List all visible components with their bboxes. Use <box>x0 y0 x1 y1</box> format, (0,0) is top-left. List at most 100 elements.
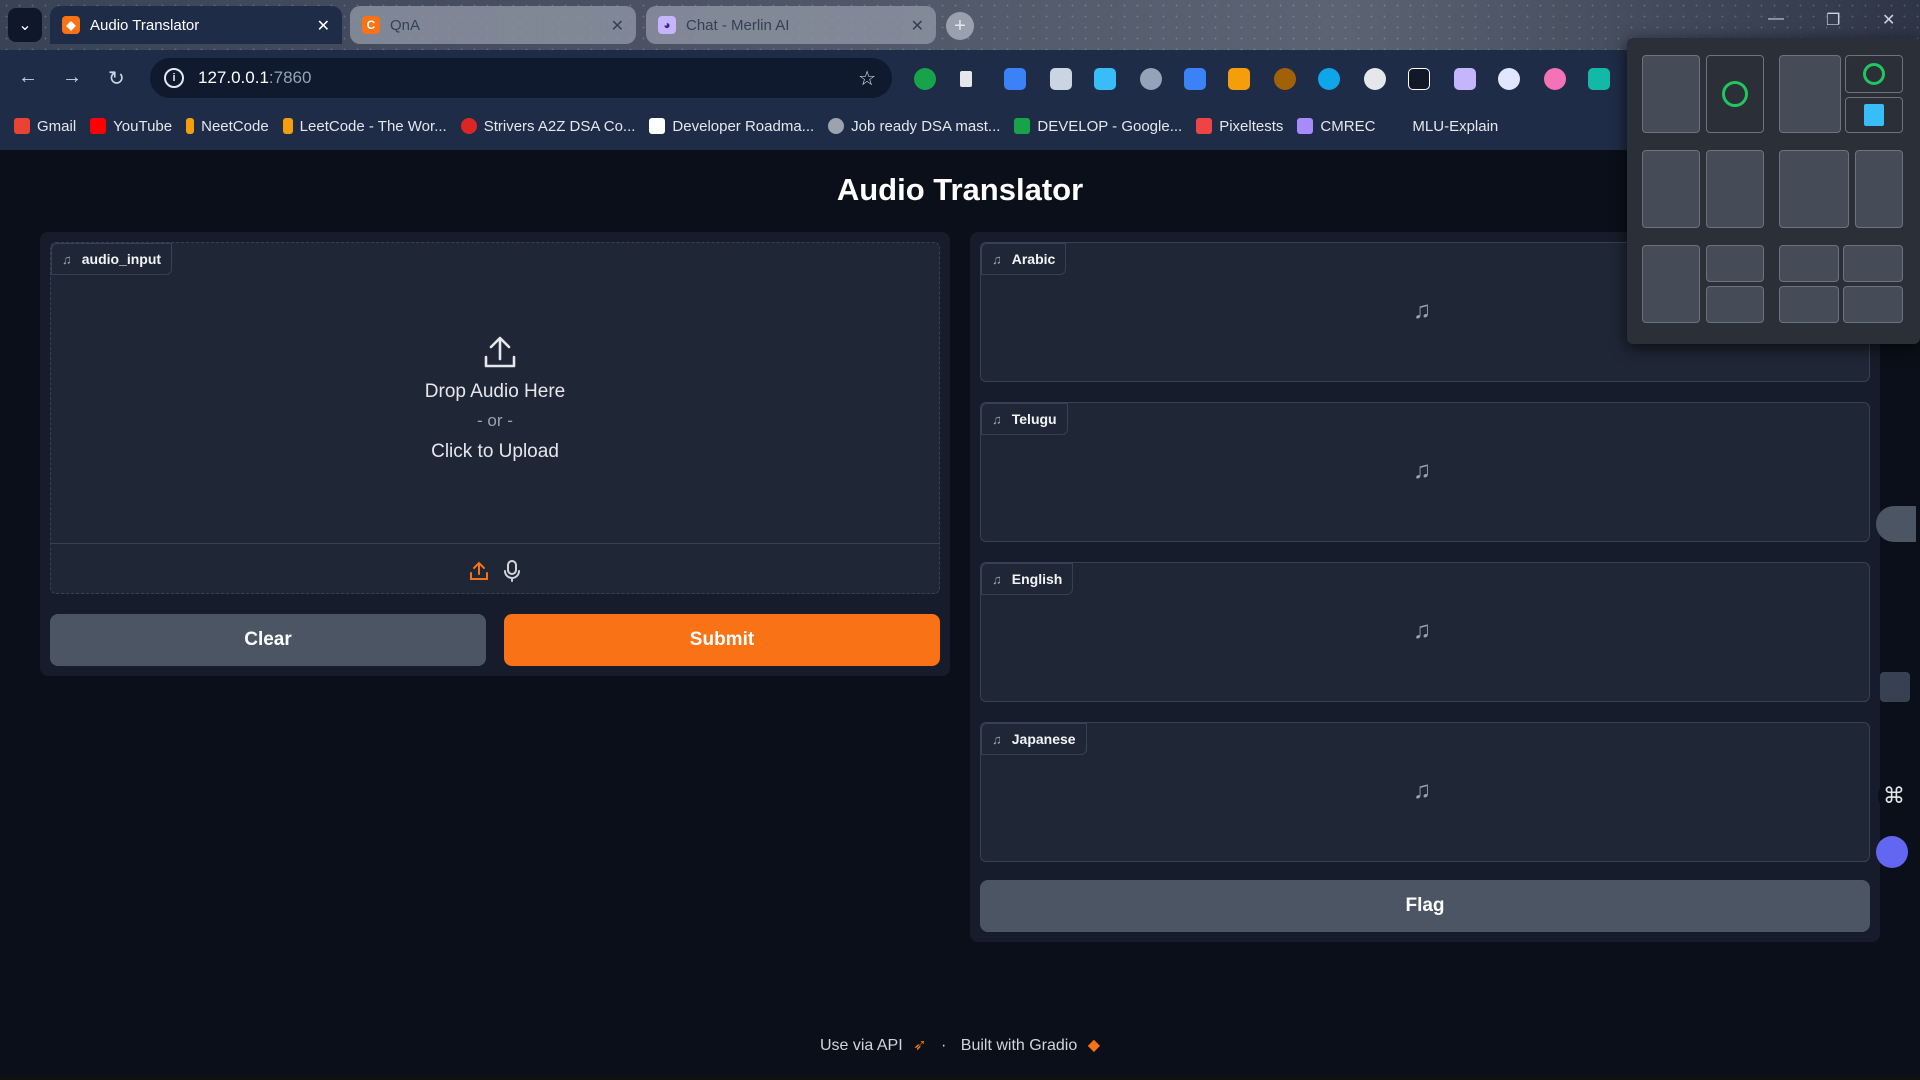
output-label-arabic: ♫ Arabic <box>981 243 1067 275</box>
bookmark-pixeltests[interactable]: Pixeltests <box>1196 118 1283 135</box>
clear-button[interactable]: Clear <box>50 614 486 666</box>
f-extension-icon[interactable] <box>1408 68 1430 90</box>
url-port: :7860 <box>268 68 312 87</box>
bookmark-job-ready-dsa[interactable]: Job ready DSA mast... <box>828 118 1000 135</box>
download-extension-icon[interactable] <box>1094 68 1116 90</box>
snap-slot[interactable] <box>1706 245 1764 282</box>
qna-icon: C <box>362 16 380 34</box>
bookmark-youtube[interactable]: YouTube <box>90 118 172 135</box>
snap-slot[interactable] <box>1642 150 1700 228</box>
grammarly-extension-icon[interactable] <box>914 68 936 90</box>
output-label-japanese: ♫ Japanese <box>981 723 1087 755</box>
snap-slot[interactable] <box>1843 286 1903 323</box>
tab-qna[interactable]: C QnA ✕ <box>350 6 636 44</box>
merlin-extension-icon[interactable] <box>1454 68 1476 90</box>
minimize-icon[interactable]: — <box>1768 10 1784 28</box>
tab-merlin[interactable]: ◕ Chat - Merlin AI ✕ <box>646 6 936 44</box>
bookmark-neetcode[interactable]: NeetCode <box>186 118 269 135</box>
printer-extension-icon[interactable] <box>1050 68 1072 90</box>
bookmark-leetcode[interactable]: LeetCode - The Wor... <box>282 118 447 135</box>
address-bar[interactable]: i 127.0.0.1:7860 ☆ <box>150 58 892 98</box>
merlin-float-icon[interactable] <box>1880 672 1910 702</box>
tab-audio-translator[interactable]: ◆ Audio Translator ✕ <box>50 6 342 44</box>
chrome-extension-icon[interactable] <box>1364 68 1386 90</box>
music-note-icon: ♫ <box>992 411 1002 427</box>
reload-icon[interactable]: ↻ <box>108 66 125 91</box>
music-placeholder-icon: ♫ <box>1413 457 1431 484</box>
snap-slot[interactable] <box>1642 55 1700 133</box>
bottom-edge <box>0 1076 1920 1080</box>
edge-extension-icon[interactable] <box>1318 68 1340 90</box>
bookmark-gmail[interactable]: Gmail <box>14 118 76 135</box>
cookie-extension-icon[interactable] <box>1274 68 1296 90</box>
pink-extension-icon[interactable] <box>1544 68 1566 90</box>
bookmark-mlu-explain[interactable]: MLU-Explain <box>1389 118 1498 135</box>
settings-extension-icon[interactable] <box>1140 68 1162 90</box>
restore-icon[interactable]: ❐ <box>1826 10 1840 30</box>
apps-grid-icon[interactable]: ⌘ <box>1878 780 1910 812</box>
whatsapp-icon <box>1863 63 1885 85</box>
flag-button[interactable]: Flag <box>980 880 1870 932</box>
submit-button[interactable]: Submit <box>504 614 940 666</box>
back-icon[interactable]: ← <box>18 66 38 89</box>
output-audio-telugu[interactable]: ♫ Telugu ♫ <box>980 402 1870 542</box>
notepad-icon <box>1864 104 1884 126</box>
tab-title: Chat - Merlin AI <box>686 16 790 34</box>
close-tab-icon[interactable]: ✕ <box>317 16 330 36</box>
music-placeholder-icon: ♫ <box>1413 777 1431 804</box>
or-text: - or - <box>477 411 513 430</box>
play-extension-icon[interactable] <box>960 71 972 87</box>
bookmark-star-icon[interactable]: ☆ <box>858 66 876 91</box>
bot-extension-icon[interactable] <box>1498 68 1520 90</box>
close-window-icon[interactable]: ✕ <box>1882 10 1895 30</box>
bookmark-strivers[interactable]: Strivers A2Z DSA Co... <box>460 118 635 135</box>
snap-slot[interactable] <box>1779 150 1849 228</box>
audio-upload-dropzone[interactable]: ♫ audio_input Drop Audio Here - or - Cli… <box>50 242 940 594</box>
sidebar-assistant-icon[interactable] <box>1876 506 1916 542</box>
click-to-upload-text: Click to Upload <box>431 441 559 462</box>
url-host: 127.0.0.1 <box>198 68 269 87</box>
music-note-icon: ♫ <box>992 571 1002 587</box>
bookmark-develop-google[interactable]: DEVELOP - Google... <box>1014 118 1182 135</box>
snap-slot[interactable] <box>1855 150 1903 228</box>
whatsapp-icon <box>1722 81 1748 107</box>
close-tab-icon[interactable]: ✕ <box>611 16 624 36</box>
snap-slot[interactable] <box>1779 245 1839 282</box>
snap-slot[interactable] <box>1706 150 1764 228</box>
tab-title: Audio Translator <box>90 16 200 34</box>
close-tab-icon[interactable]: ✕ <box>911 16 924 36</box>
music-placeholder-icon: ♫ <box>1413 617 1431 644</box>
bookmark-extension-icon[interactable] <box>1184 68 1206 90</box>
new-tab-button[interactable]: + <box>946 12 974 40</box>
output-audio-english[interactable]: ♫ English ♫ <box>980 562 1870 702</box>
audio-input-label: ♫ audio_input <box>51 243 173 275</box>
snap-slot-notepad[interactable] <box>1845 97 1903 133</box>
snap-slot-whatsapp[interactable] <box>1706 55 1764 133</box>
snap-slot[interactable] <box>1779 55 1841 133</box>
output-label-telugu: ♫ Telugu <box>981 403 1068 435</box>
tab-title: QnA <box>390 16 421 34</box>
bookmark-cmrec[interactable]: CMREC <box>1297 118 1375 135</box>
snap-slot[interactable] <box>1843 245 1903 282</box>
use-via-api-link[interactable]: Use via API <box>820 1037 903 1054</box>
gradio-logo-icon: ◆ <box>1087 1037 1101 1054</box>
built-with-gradio-link[interactable]: Built with Gradio <box>961 1037 1078 1054</box>
rocket-icon: ➶ <box>913 1037 927 1054</box>
snap-slot[interactable] <box>1706 286 1764 323</box>
forward-icon[interactable]: → <box>62 66 82 89</box>
snap-slot[interactable] <box>1779 286 1839 323</box>
user-extension-icon[interactable] <box>1228 68 1250 90</box>
microphone-icon[interactable] <box>503 560 521 582</box>
tab-search-button[interactable]: ⌄ <box>8 8 42 42</box>
output-audio-japanese[interactable]: ♫ Japanese ♫ <box>980 722 1870 862</box>
site-info-icon[interactable]: i <box>164 68 184 88</box>
upload-source-icon[interactable] <box>469 561 489 581</box>
output-label-english: ♫ English <box>981 563 1074 595</box>
snap-slot[interactable] <box>1642 245 1700 323</box>
teal-extension-icon[interactable] <box>1588 68 1610 90</box>
audio-extension-icon[interactable] <box>1004 68 1026 90</box>
snap-slot-whatsapp-small[interactable] <box>1845 55 1903 93</box>
bot-float-icon[interactable] <box>1876 836 1908 868</box>
footer-separator: · <box>940 1037 947 1054</box>
bookmark-developer-roadmap[interactable]: Developer Roadma... <box>649 118 814 135</box>
